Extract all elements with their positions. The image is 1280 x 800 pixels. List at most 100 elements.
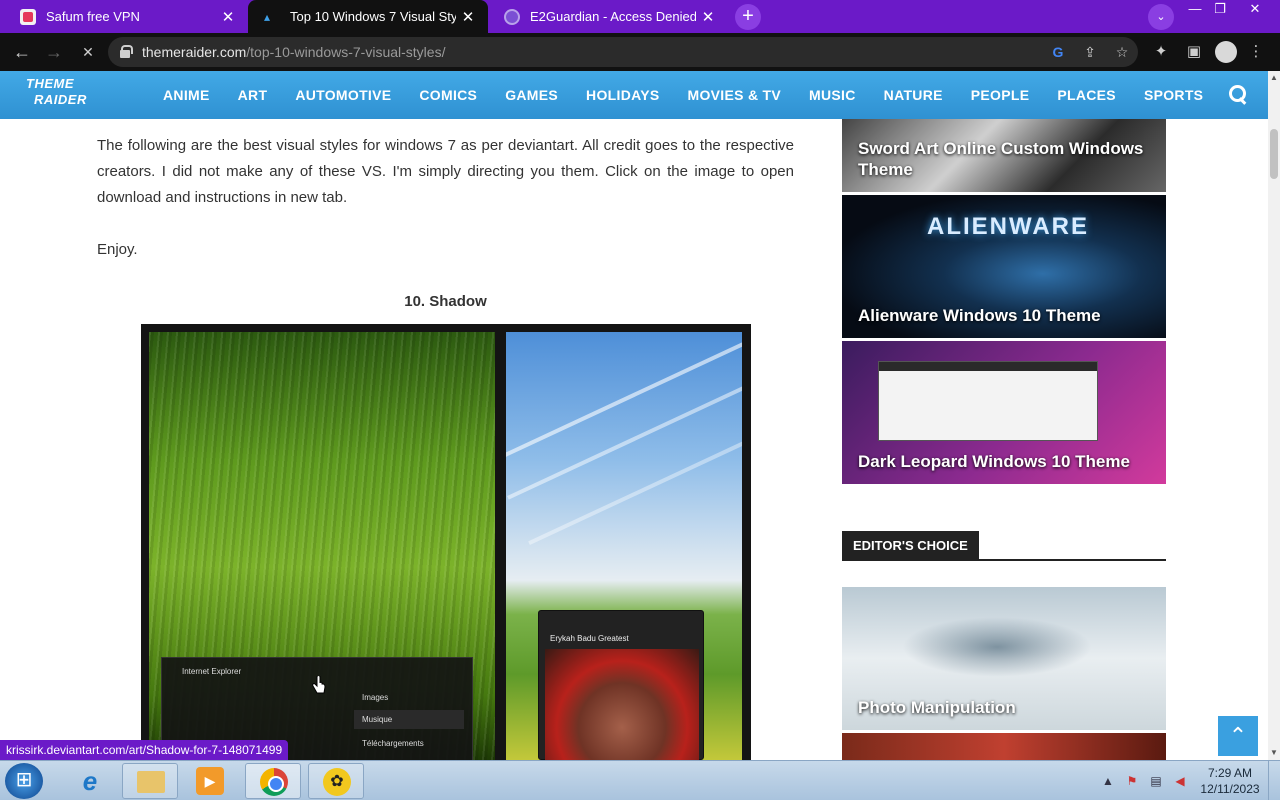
url-text[interactable]: themeraider.com/top-10-windows-7-visual-… bbox=[142, 44, 445, 60]
screen: Safum free VPN ✕ Top 10 Windows 7 Visual… bbox=[0, 0, 1280, 800]
sky-wallpaper: Erykah Badu Greatest bbox=[506, 332, 742, 760]
taskbar-internet-explorer[interactable]: e bbox=[62, 763, 118, 799]
search-icon[interactable] bbox=[1228, 84, 1248, 104]
browser-toolbar: ← → ✕ themeraider.com/top-10-windows-7-v… bbox=[0, 33, 1280, 71]
tab-search-chevron-icon[interactable]: ⌄ bbox=[1148, 4, 1174, 30]
taskbar-windows-explorer[interactable] bbox=[122, 763, 178, 799]
start-menu-item: Images bbox=[362, 693, 389, 702]
show-desktop-button[interactable] bbox=[1268, 761, 1280, 800]
start-menu-item: Téléchargements bbox=[362, 739, 424, 748]
vpn-favicon-icon bbox=[20, 8, 36, 25]
editors-card-next[interactable] bbox=[842, 733, 1166, 760]
show-hidden-icons-icon[interactable]: ▲ bbox=[1100, 773, 1116, 789]
tab-title: Top 10 Windows 7 Visual Styles bbox=[290, 9, 456, 24]
browser-tab-strip: Safum free VPN ✕ Top 10 Windows 7 Visual… bbox=[0, 0, 1280, 33]
new-tab-button[interactable]: + bbox=[735, 4, 761, 30]
start-menu-item: Internet Explorer bbox=[182, 667, 242, 676]
forward-arrow-icon[interactable]: → bbox=[42, 41, 66, 65]
google-lens-icon[interactable]: G bbox=[1048, 42, 1068, 62]
loading-favicon-icon bbox=[264, 9, 280, 25]
action-center-flag-icon[interactable]: ⚑ bbox=[1124, 773, 1140, 789]
side-panel-icon[interactable]: ▣ bbox=[1183, 41, 1205, 63]
close-window-button[interactable]: ✕ bbox=[1240, 0, 1270, 20]
sidebar-card-sao[interactable]: Sword Art Online Custom Windows Theme bbox=[842, 119, 1166, 192]
nav-holidays[interactable]: HOLIDAYS bbox=[586, 71, 659, 119]
chrome-icon bbox=[260, 768, 288, 796]
album-art bbox=[545, 649, 699, 760]
stop-loading-icon[interactable]: ✕ bbox=[76, 41, 100, 65]
section-label: EDITOR'S CHOICE bbox=[842, 531, 979, 560]
category-nav: ANIME ART AUTOMOTIVE COMICS GAMES HOLIDA… bbox=[163, 71, 1231, 119]
taskbar-media-player[interactable]: ▶ bbox=[182, 763, 238, 799]
logo-line-2: RAIDER bbox=[34, 92, 87, 107]
explorer-window-preview bbox=[878, 361, 1098, 441]
sidebar-card-alienware[interactable]: ALIENWARE Alienware Windows 10 Theme bbox=[842, 195, 1166, 338]
nav-places[interactable]: PLACES bbox=[1057, 71, 1116, 119]
nav-anime[interactable]: ANIME bbox=[163, 71, 210, 119]
card-title: Sword Art Online Custom Windows Theme bbox=[858, 139, 1144, 179]
alienware-logo: ALIENWARE bbox=[927, 213, 1089, 240]
clock-time: 7:29 AM bbox=[1207, 766, 1253, 780]
back-arrow-icon[interactable]: ← bbox=[10, 41, 34, 65]
extensions-puzzle-icon[interactable]: ✦ bbox=[1150, 41, 1172, 63]
media-player-title: Erykah Badu Greatest bbox=[550, 634, 629, 643]
windows-start-button[interactable] bbox=[5, 763, 43, 799]
url-domain: themeraider.com bbox=[142, 44, 247, 60]
hand-cursor-icon bbox=[312, 676, 326, 694]
share-icon[interactable]: ⇪ bbox=[1080, 42, 1100, 62]
page-content: The following are the best visual styles… bbox=[0, 119, 1268, 760]
tab-theme-raider[interactable]: Top 10 Windows 7 Visual Styles ✕ bbox=[248, 0, 488, 33]
scroll-up-arrow-icon[interactable]: ▲ bbox=[1268, 71, 1280, 85]
address-bar[interactable]: themeraider.com/top-10-windows-7-visual-… bbox=[108, 37, 1138, 67]
internet-explorer-icon: e bbox=[82, 766, 98, 796]
page-scrollbar[interactable]: ▲ ▼ bbox=[1268, 71, 1280, 760]
lock-icon[interactable] bbox=[120, 45, 133, 58]
bookmark-star-icon[interactable]: ☆ bbox=[1112, 42, 1132, 62]
card-title: Dark Leopard Windows 10 Theme bbox=[858, 452, 1130, 471]
card-title: Alienware Windows 10 Theme bbox=[858, 306, 1101, 325]
tab-e2guardian[interactable]: E2Guardian - Access Denied ✕ bbox=[488, 0, 728, 33]
url-path: /top-10-windows-7-visual-styles/ bbox=[246, 44, 446, 60]
bee-icon: ✿ bbox=[323, 768, 351, 796]
taskbar-bee-app[interactable]: ✿ bbox=[308, 763, 364, 799]
nav-art[interactable]: ART bbox=[238, 71, 268, 119]
nav-nature[interactable]: NATURE bbox=[884, 71, 943, 119]
start-menu-item: Musique bbox=[354, 710, 464, 729]
site-header: THEME RAIDER ANIME ART AUTOMOTIVE COMICS… bbox=[0, 71, 1268, 119]
folder-icon bbox=[137, 771, 165, 793]
link-status-bubble: krissirk.deviantart.com/art/Shadow-for-7… bbox=[0, 740, 289, 760]
media-player-preview: Erykah Badu Greatest bbox=[538, 610, 704, 760]
taskbar-chrome[interactable] bbox=[245, 763, 301, 799]
article-enjoy: Enjoy. bbox=[97, 241, 138, 258]
kebab-menu-icon[interactable]: ⋮ bbox=[1245, 41, 1267, 63]
shadow-theme-screenshot-link[interactable]: Internet Explorer Images Musique Télécha… bbox=[141, 324, 751, 760]
profile-avatar-icon[interactable] bbox=[1215, 41, 1237, 63]
nav-movies-tv[interactable]: MOVIES & TV bbox=[688, 71, 782, 119]
article-intro: The following are the best visual styles… bbox=[97, 137, 794, 206]
scrollbar-thumb[interactable] bbox=[1270, 129, 1278, 179]
theme-raider-logo[interactable]: THEME RAIDER bbox=[26, 76, 92, 114]
volume-muted-icon[interactable]: ◀ bbox=[1172, 773, 1188, 789]
scroll-to-top-button[interactable]: ⌃ bbox=[1218, 716, 1258, 756]
system-clock[interactable]: 7:29 AM 12/11/2023 bbox=[1195, 765, 1265, 797]
item-heading: 10. Shadow bbox=[404, 293, 487, 310]
restore-button[interactable]: ❐ bbox=[1205, 0, 1235, 20]
tab-title: Safum free VPN bbox=[46, 9, 140, 24]
tab-close-icon[interactable]: ✕ bbox=[456, 8, 480, 26]
tab-close-icon[interactable]: ✕ bbox=[216, 8, 240, 26]
nav-automotive[interactable]: AUTOMOTIVE bbox=[295, 71, 391, 119]
network-icon[interactable]: ▤ bbox=[1148, 773, 1164, 789]
clock-date: 12/11/2023 bbox=[1200, 782, 1260, 796]
windows-taskbar: e ▶ ✿ ▲ ⚑ ▤ ◀ 7:29 AM 12/11/2023 bbox=[0, 760, 1280, 800]
sidebar-card-dark-leopard[interactable]: Dark Leopard Windows 10 Theme bbox=[842, 341, 1166, 484]
tab-close-icon[interactable]: ✕ bbox=[696, 8, 720, 26]
tab-safum-vpn[interactable]: Safum free VPN ✕ bbox=[4, 0, 248, 33]
nav-people[interactable]: PEOPLE bbox=[971, 71, 1030, 119]
globe-favicon-icon bbox=[504, 8, 520, 25]
scroll-down-arrow-icon[interactable]: ▼ bbox=[1268, 746, 1280, 760]
nav-games[interactable]: GAMES bbox=[505, 71, 558, 119]
nav-comics[interactable]: COMICS bbox=[419, 71, 477, 119]
nav-music[interactable]: MUSIC bbox=[809, 71, 856, 119]
editors-card-photo-manipulation[interactable]: Photo Manipulation bbox=[842, 587, 1166, 730]
nav-sports[interactable]: SPORTS bbox=[1144, 71, 1203, 119]
